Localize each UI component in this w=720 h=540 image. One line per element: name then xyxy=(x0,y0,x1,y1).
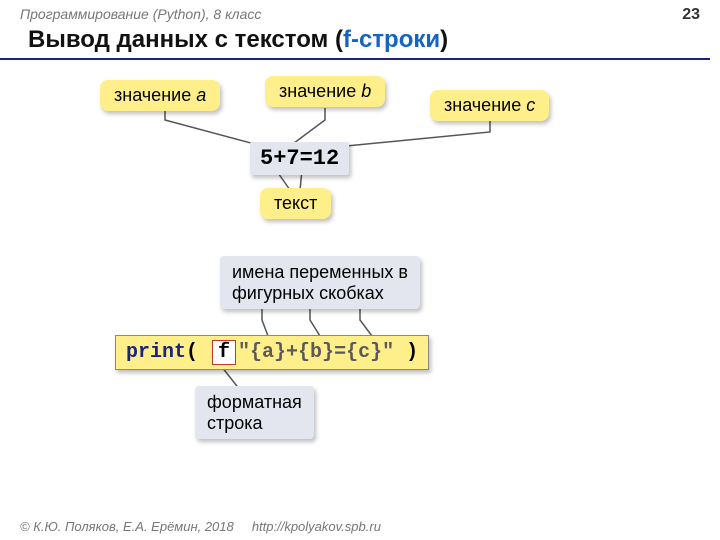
course-label: Программирование (Python), 8 класс xyxy=(20,6,261,24)
callout-format-l1: форматная xyxy=(207,392,302,412)
callout-text: текст xyxy=(260,188,331,219)
callout-var-l1: имена переменных в xyxy=(232,262,408,282)
callout-format-l2: строка xyxy=(207,413,263,433)
output-example: 5+7=12 xyxy=(250,142,349,175)
callout-value-a: значение a xyxy=(100,80,220,111)
code-open-paren: ( xyxy=(186,341,210,364)
callout-b-text: значение xyxy=(279,81,361,101)
callout-c-var: c xyxy=(526,95,535,115)
callout-format-string: форматная строка xyxy=(195,386,314,439)
callout-value-c: значение c xyxy=(430,90,549,121)
header-bar: Программирование (Python), 8 класс 23 xyxy=(0,0,720,24)
callout-c-text: значение xyxy=(444,95,526,115)
code-close-paren: ) xyxy=(394,341,418,364)
callout-var-l2: фигурных скобках xyxy=(232,283,384,303)
page-title: Вывод данных с текстом (f-строки) xyxy=(0,24,710,60)
callout-value-b: значение b xyxy=(265,76,385,107)
callout-a-text: значение xyxy=(114,85,196,105)
footer-copyright: © К.Ю. Поляков, Е.А. Ерёмин, 2018 xyxy=(20,519,234,534)
title-blue: f-строки xyxy=(343,26,440,53)
footer-url: http://kpolyakov.spb.ru xyxy=(252,519,381,534)
callout-b-var: b xyxy=(361,81,371,101)
page-number: 23 xyxy=(682,6,700,24)
title-part1: Вывод данных с текстом ( xyxy=(28,26,343,53)
callout-a-var: a xyxy=(196,85,206,105)
footer: © К.Ю. Поляков, Е.А. Ерёмин, 2018 http:/… xyxy=(20,519,381,534)
code-string: "{a}+{b}={c}" xyxy=(238,341,394,364)
code-example: print( f"{a}+{b}={c}" ) xyxy=(115,335,429,370)
diagram-stage: значение a значение b значение c 5+7=12 … xyxy=(0,60,720,480)
callout-var-braces: имена переменных в фигурных скобках xyxy=(220,256,420,309)
code-kw-print: print xyxy=(126,341,186,364)
code-f-prefix: f xyxy=(212,340,236,365)
title-part2: ) xyxy=(440,26,448,53)
